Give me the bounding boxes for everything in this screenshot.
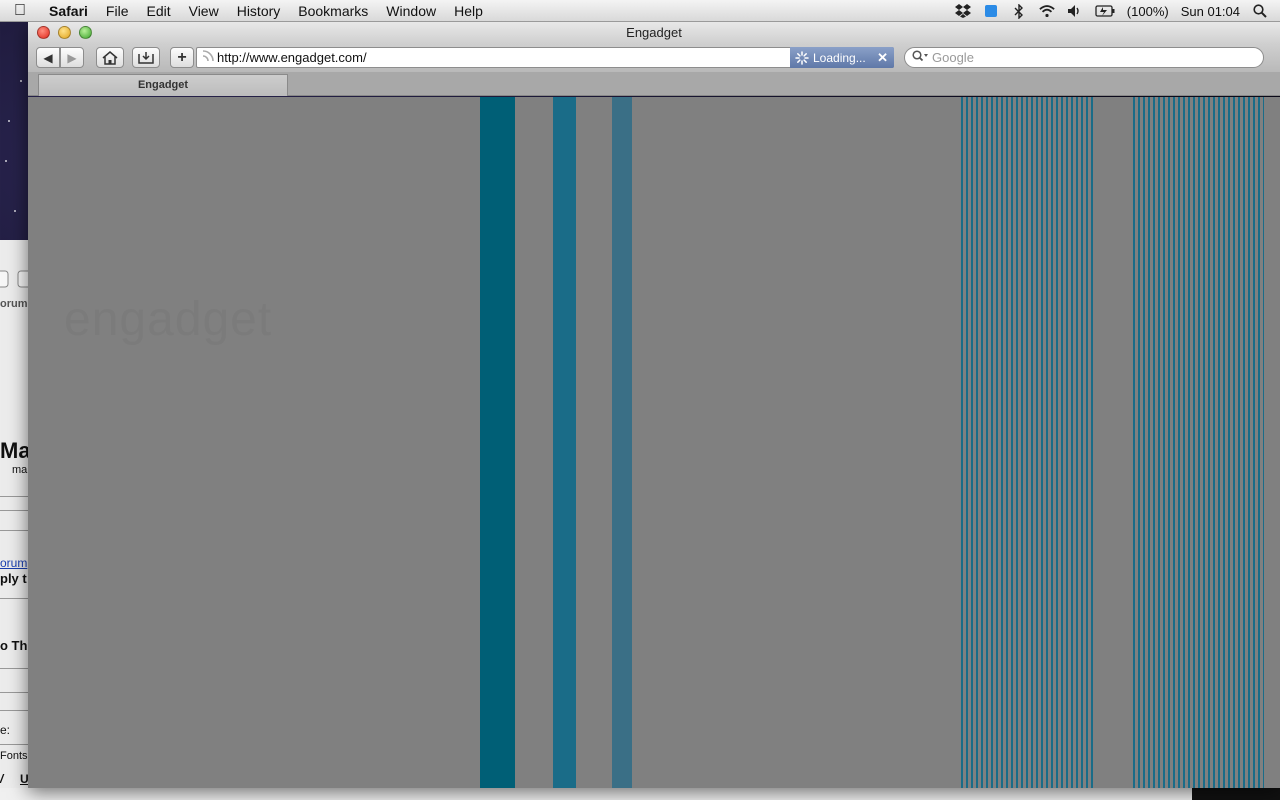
close-window-button[interactable]: [37, 26, 50, 39]
bg-italic-button[interactable]: /: [0, 772, 3, 786]
search-input[interactable]: [932, 50, 1232, 65]
menubar:  Safari File Edit View History Bookmark…: [0, 0, 1280, 22]
faint-site-logo: engadget: [64, 293, 273, 346]
back-arrow-icon: ◀: [43, 50, 53, 65]
loading-spinner-icon: [795, 50, 809, 65]
menu-window[interactable]: Window: [377, 0, 445, 22]
render-glitch-stripe: [480, 97, 515, 788]
menubar-clock[interactable]: Sun 01:04: [1181, 4, 1240, 19]
new-tab-button[interactable]: +: [170, 47, 194, 68]
volume-icon[interactable]: [1067, 3, 1083, 19]
stop-loading-icon[interactable]: ✕: [877, 50, 888, 66]
web-content-area[interactable]: engadget: [28, 97, 1280, 788]
window-titlebar[interactable]: Engadget: [28, 22, 1280, 44]
bg-text-ma: ma: [12, 464, 28, 476]
search-field[interactable]: [904, 47, 1264, 68]
bg-fonts-button[interactable]: Fonts: [0, 750, 28, 762]
render-glitch-dense-stripes: [1133, 97, 1264, 788]
bg-text-to-the: o Th: [0, 638, 28, 653]
plus-icon: +: [177, 48, 187, 66]
tab-bar: Engadget: [28, 72, 1280, 96]
add-bookmark-button[interactable]: [132, 47, 160, 68]
minimize-window-button[interactable]: [58, 26, 71, 39]
tab-engadget[interactable]: Engadget: [38, 74, 288, 96]
menu-file[interactable]: File: [97, 0, 138, 22]
bookmarks-tray-icon: [138, 51, 154, 64]
menu-edit[interactable]: Edit: [137, 0, 179, 22]
rss-feed-icon[interactable]: [197, 50, 215, 65]
menu-bookmarks[interactable]: Bookmarks: [289, 0, 377, 22]
menu-history[interactable]: History: [228, 0, 290, 22]
battery-icon[interactable]: [1095, 3, 1115, 19]
zoom-window-button[interactable]: [79, 26, 92, 39]
wifi-icon[interactable]: [1039, 3, 1055, 19]
back-button[interactable]: ◀: [36, 47, 60, 68]
menu-view[interactable]: View: [180, 0, 228, 22]
bg-toolbar-button[interactable]: [0, 270, 35, 291]
bluetooth-icon[interactable]: [1011, 3, 1027, 19]
search-icon[interactable]: [905, 50, 932, 65]
apple-icon[interactable]: : [0, 2, 40, 20]
desktop-star: [8, 120, 10, 122]
background-window-bottom: [0, 788, 1280, 800]
menu-help[interactable]: Help: [445, 0, 492, 22]
address-bar-url[interactable]: http://www.engadget.com/: [215, 50, 367, 65]
app-status-icon[interactable]: [983, 3, 999, 19]
spotlight-icon[interactable]: [1252, 3, 1268, 19]
home-icon: [102, 50, 118, 65]
render-glitch-stripe: [612, 97, 632, 788]
desktop-star: [5, 160, 7, 162]
desktop-star: [14, 210, 16, 212]
dock-edge: [1192, 788, 1280, 800]
forward-arrow-icon: ▶: [67, 50, 77, 65]
render-glitch-dense-stripes: [961, 97, 1096, 788]
desktop-star: [20, 80, 22, 82]
bg-text-reply: ply t: [0, 571, 27, 586]
menu-app-name[interactable]: Safari: [40, 0, 97, 22]
home-button[interactable]: [96, 47, 124, 68]
browser-toolbar: ◀ ▶ + http://www.engadget.com/ Loading..…: [28, 44, 1280, 72]
safari-window: Engadget ◀ ▶ + http://www.engadget.com/: [28, 22, 1280, 788]
bg-forum-link[interactable]: orum: [0, 556, 27, 570]
loading-label: Loading...: [813, 50, 866, 65]
render-glitch-stripe: [553, 97, 576, 788]
window-title: Engadget: [626, 25, 682, 40]
menubar-status-area: (100%) Sun 01:04: [954, 0, 1280, 22]
page-loading-indicator: Loading... ✕: [790, 47, 894, 68]
battery-percentage[interactable]: (100%): [1127, 4, 1169, 19]
forward-button[interactable]: ▶: [60, 47, 84, 68]
bg-text-forum: orum: [0, 298, 28, 310]
bg-text-label: e:: [0, 723, 11, 737]
dropbox-icon[interactable]: [954, 3, 971, 19]
